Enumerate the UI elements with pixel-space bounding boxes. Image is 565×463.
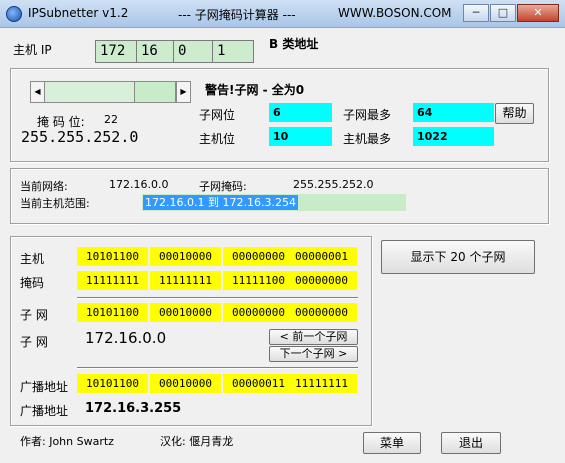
ip-octet-4[interactable]: 1 [212, 40, 254, 63]
binary-broadcast-octet-2: 00010000 [150, 374, 221, 393]
author-label: 作者: John Swartz [20, 435, 114, 448]
subnet-mask-value: 255.255.252.0 [293, 178, 374, 191]
menu-button[interactable]: 菜单 [363, 432, 421, 454]
binary-mask-octet-1: 11111111 [77, 271, 148, 290]
binary-mask-label: 掩码 [20, 276, 45, 290]
max-hosts-label: 主机最多 [343, 132, 392, 146]
subnet-mask-label: 子网掩码: [199, 180, 247, 193]
subnet-address-label: 子 网 [20, 335, 48, 349]
ip-octet-2[interactable]: 16 [136, 40, 174, 63]
mask-bits-value: 22 [104, 113, 118, 126]
main-panel: 主机 IP 172 16 0 1 B 类地址 ◀ ▶ 警告!子网 - 全为0 掩… [7, 29, 558, 457]
close-button[interactable]: ✕ [517, 4, 559, 22]
ip-class-label: B 类地址 [269, 37, 319, 51]
host-bits-label: 主机位 [199, 132, 236, 146]
subnet-bits-label: 子网位 [199, 108, 236, 122]
binary-subnet-octet-4: 00000000 [286, 303, 357, 322]
binary-subnet-label: 子 网 [20, 308, 48, 322]
scroll-left-button[interactable]: ◀ [31, 82, 45, 102]
binary-mask-octet-2: 11111111 [150, 271, 221, 290]
divider-2 [77, 367, 358, 369]
binary-host-octet-1: 10101100 [77, 247, 148, 266]
subnet-mask-display: 255.255.252.0 [21, 128, 139, 146]
binary-subnet-octet-1: 10101100 [77, 303, 148, 322]
broadcast-address-label: 广播地址 [20, 404, 69, 418]
window-center-title: --- 子网掩码计算器 --- [178, 8, 296, 22]
show-next-20-subnets-button[interactable]: 显示下 20 个子网 [381, 240, 535, 274]
host-ip-label: 主机 IP [13, 43, 52, 57]
minimize-button[interactable]: ─ [463, 4, 489, 22]
host-range-value: 172.16.0.1 到 172.16.3.254 [143, 195, 298, 210]
binary-mask-octet-3: 11111100 [223, 271, 294, 290]
max-subnets-label: 子网最多 [343, 108, 392, 122]
binary-host-octet-3: 00000000 [223, 247, 294, 266]
app-icon [6, 6, 22, 22]
host-range-label: 当前主机范围: [20, 197, 90, 210]
current-network-value: 172.16.0.0 [109, 178, 169, 191]
binary-broadcast-label: 广播地址 [20, 380, 69, 394]
maximize-button[interactable]: □ [490, 4, 516, 22]
binary-subnet-octet-3: 00000000 [223, 303, 294, 322]
binary-broadcast-octet-4: 11111111 [286, 374, 357, 393]
binary-broadcast-octet-3: 00000011 [223, 374, 294, 393]
binary-host-label: 主机 [20, 252, 45, 266]
previous-subnet-button[interactable]: < 前一个子网 [269, 329, 358, 345]
scroll-thumb[interactable] [134, 82, 176, 102]
exit-button[interactable]: 退出 [441, 432, 501, 454]
max-subnets-value: 64 [413, 103, 494, 122]
subnet-address-value: 172.16.0.0 [85, 329, 167, 347]
scroll-right-button[interactable]: ▶ [176, 82, 190, 102]
binary-host-octet-2: 00010000 [150, 247, 221, 266]
max-hosts-value: 1022 [413, 127, 494, 146]
warning-text: 警告!子网 - 全为0 [205, 83, 305, 97]
next-subnet-button[interactable]: 下一个子网 > [269, 346, 358, 362]
ip-octet-1[interactable]: 172 [95, 40, 137, 63]
binary-broadcast-octet-1: 10101100 [77, 374, 148, 393]
mask-bits-scrollbar[interactable]: ◀ ▶ [30, 81, 191, 103]
site-title: WWW.BOSON.COM [338, 6, 452, 20]
localized-by-label: 汉化: 偃月青龙 [160, 435, 234, 448]
binary-subnet-octet-2: 00010000 [150, 303, 221, 322]
host-bits-value: 10 [269, 127, 332, 146]
app-title: IPSubnetter v1.2 [28, 6, 129, 20]
help-button[interactable]: 帮助 [495, 103, 534, 124]
ip-octet-3[interactable]: 0 [173, 40, 213, 63]
host-range-field[interactable]: 172.16.0.1 到 172.16.3.254 [142, 194, 406, 211]
broadcast-address-value: 172.16.3.255 [85, 401, 182, 416]
current-network-label: 当前网络: [20, 180, 68, 193]
divider-1 [77, 297, 358, 299]
binary-host-octet-4: 00000001 [286, 247, 357, 266]
title-bar[interactable]: IPSubnetter v1.2 --- 子网掩码计算器 --- WWW.BOS… [0, 0, 565, 28]
window-controls: ─ □ ✕ [462, 4, 559, 22]
binary-mask-octet-4: 00000000 [286, 271, 357, 290]
subnet-bits-value: 6 [269, 103, 332, 122]
